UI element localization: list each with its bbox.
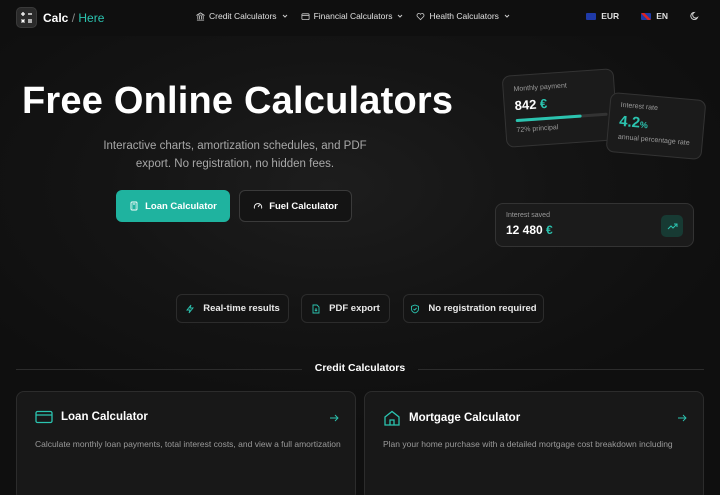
heart-icon bbox=[417, 12, 425, 20]
gauge-icon bbox=[254, 203, 263, 209]
nav-label: Health Calculators bbox=[429, 11, 499, 21]
eu-flag-icon bbox=[586, 12, 597, 20]
interest-saved-card: Interest saved 12 480 € bbox=[495, 203, 694, 247]
card-value: 12 480 € bbox=[506, 223, 553, 237]
feature-no-registration: No registration required bbox=[403, 294, 544, 323]
hero-subtitle: Interactive charts, amortization schedul… bbox=[103, 140, 367, 170]
nav-financial-calculators[interactable]: Financial Calculators bbox=[301, 11, 405, 21]
section-divider-right bbox=[418, 369, 704, 370]
feature-label: No registration required bbox=[428, 303, 537, 314]
chevron-down-icon bbox=[398, 14, 403, 18]
card-description: Plan your home purchase with a detailed … bbox=[383, 439, 673, 449]
theme-toggle[interactable] bbox=[690, 11, 700, 21]
monthly-payment-card: Monthly payment 842 € 72% principal bbox=[501, 68, 619, 148]
language-selector[interactable]: EN bbox=[641, 11, 668, 21]
card-title: Mortgage Calculator bbox=[409, 412, 521, 424]
moon-icon bbox=[690, 11, 699, 20]
section-divider-left bbox=[16, 369, 302, 370]
nav-utilities: EUR EN bbox=[586, 11, 700, 21]
brand-name: Calc / Here bbox=[43, 10, 105, 25]
nav-health-calculators[interactable]: Health Calculators bbox=[416, 11, 510, 21]
file-download-icon bbox=[312, 304, 320, 313]
principal-progress-fill bbox=[515, 114, 582, 123]
main-menu: Credit Calculators Financial Calculators… bbox=[196, 11, 511, 21]
nav-label: Financial Calculators bbox=[313, 11, 393, 21]
card-header: Loan Calculator bbox=[35, 410, 148, 424]
loan-calculator-card[interactable]: Loan Calculator Calculate monthly loan p… bbox=[16, 391, 356, 495]
card-label: Interest rate bbox=[620, 101, 659, 113]
currency-selector[interactable]: EUR bbox=[586, 11, 619, 21]
home-icon bbox=[384, 410, 400, 426]
card-title: Loan Calculator bbox=[61, 411, 148, 423]
calculator-logo-icon bbox=[16, 7, 37, 28]
credit-card-icon bbox=[35, 410, 53, 424]
feature-real-time: Real-time results bbox=[176, 294, 289, 323]
bank-icon bbox=[196, 11, 205, 21]
mortgage-calculator-card[interactable]: Mortgage Calculator Plan your home purch… bbox=[364, 391, 704, 495]
hero-title: Free Online Calculators bbox=[22, 80, 454, 122]
nav-label: Credit Calculators bbox=[209, 11, 277, 21]
card-label: Monthly payment bbox=[513, 82, 568, 94]
arrow-right-icon bbox=[678, 414, 687, 422]
brand-logo[interactable]: Calc / Here bbox=[16, 7, 104, 28]
card-description: Calculate monthly loan payments, total i… bbox=[35, 439, 341, 449]
button-label: Fuel Calculator bbox=[269, 200, 338, 212]
fuel-calculator-button[interactable]: Fuel Calculator bbox=[239, 190, 352, 222]
section-title: Credit Calculators bbox=[314, 362, 406, 374]
uk-flag-icon bbox=[641, 12, 652, 20]
principal-progress-bar bbox=[515, 112, 608, 123]
chevron-down-icon bbox=[504, 14, 510, 18]
calculator-icon bbox=[130, 201, 138, 211]
language-label: EN bbox=[656, 11, 668, 21]
card-value: 4.2% bbox=[618, 112, 649, 132]
nav-credit-calculators[interactable]: Credit Calculators bbox=[196, 11, 289, 21]
interest-rate-card: Interest rate 4.2% annual percentage rat… bbox=[605, 91, 707, 161]
card-note: 72% principal bbox=[516, 124, 559, 135]
shield-check-icon bbox=[411, 304, 420, 313]
card-note: annual percentage rate bbox=[617, 133, 690, 147]
feature-label: Real-time results bbox=[203, 303, 280, 314]
card-value: 842 € bbox=[514, 95, 548, 114]
top-navigation: Calc / Here Credit Calculators Financial… bbox=[0, 0, 720, 36]
loan-calculator-button[interactable]: Loan Calculator bbox=[116, 190, 230, 222]
feature-label: PDF export bbox=[329, 303, 380, 314]
chevron-down-icon bbox=[282, 14, 287, 18]
feature-pdf-export: PDF export bbox=[301, 294, 390, 323]
trending-up-icon bbox=[661, 215, 683, 237]
card-header: Mortgage Calculator bbox=[383, 410, 520, 426]
arrow-right-icon bbox=[330, 414, 339, 422]
wallet-icon bbox=[301, 12, 310, 20]
button-label: Loan Calculator bbox=[145, 200, 217, 212]
currency-label: EUR bbox=[601, 11, 620, 21]
lightning-icon bbox=[186, 304, 195, 313]
card-label: Interest saved bbox=[506, 212, 550, 219]
